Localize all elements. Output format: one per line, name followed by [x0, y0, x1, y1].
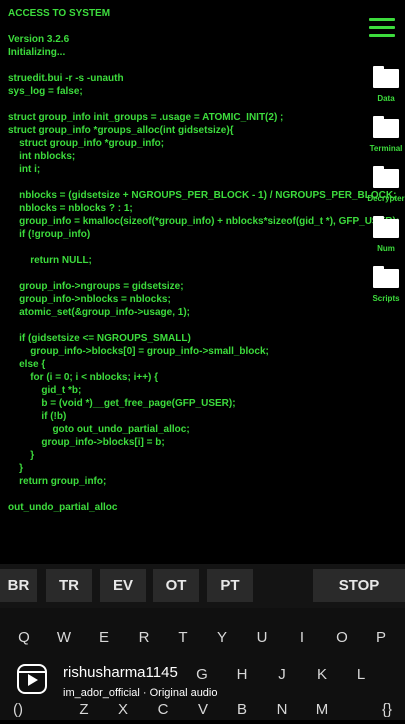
- folder-num[interactable]: Num: [362, 216, 405, 253]
- folder-label: Scripts: [372, 294, 400, 303]
- folder-icon: [373, 166, 399, 188]
- command-button-pt[interactable]: PT: [207, 569, 253, 602]
- key-i[interactable]: I: [284, 622, 320, 652]
- terminal-line: gid_t *b;: [8, 385, 82, 396]
- terminal-line: int nblocks;: [8, 151, 76, 162]
- terminal-line: sys_log = false;: [8, 86, 83, 97]
- folder-label: Data: [377, 94, 395, 103]
- terminal-line: goto out_undo_partial_alloc;: [8, 424, 190, 435]
- terminal-line: atomic_set(&group_info->usage, 1);: [8, 307, 190, 318]
- key-p[interactable]: P: [363, 622, 399, 652]
- key-u[interactable]: U: [244, 622, 280, 652]
- terminal-line: struedit.bui -r -s -unauth: [8, 73, 124, 84]
- terminal-line: b = (void *)__get_free_page(GFP_USER);: [8, 398, 236, 409]
- terminal-line: group_info->nblocks = nblocks;: [8, 294, 171, 305]
- folder-decrypter[interactable]: Decrypter: [362, 166, 405, 203]
- terminal-line: nblocks = (gidsetsize + NGROUPS_PER_BLOC…: [8, 190, 397, 201]
- command-button-ot[interactable]: OT: [153, 569, 199, 602]
- folder-label: Decrypter: [367, 194, 405, 203]
- terminal-line: group_info->ngroups = gidsetsize;: [8, 281, 184, 292]
- key-l[interactable]: L: [343, 659, 379, 689]
- command-bar: BR TR EV OT PT STOP: [0, 564, 405, 608]
- folder-icon: [373, 216, 399, 238]
- key-y[interactable]: Y: [204, 622, 240, 652]
- key-e[interactable]: E: [86, 622, 122, 652]
- terminal-screen: ACCESS TO SYSTEM Version 3.2.6 Initializ…: [0, 0, 405, 560]
- terminal-line: else {: [8, 359, 46, 370]
- terminal-line: group_info->blocks[i] = b;: [8, 437, 165, 448]
- terminal-line: group_info = kmalloc(sizeof(*group_info)…: [8, 216, 400, 227]
- hamburger-menu-icon[interactable]: [369, 18, 395, 40]
- terminal-line: }: [8, 463, 24, 474]
- stop-button[interactable]: STOP: [313, 569, 405, 602]
- key-t[interactable]: T: [165, 622, 201, 652]
- terminal-line: out_undo_partial_alloc: [8, 502, 118, 513]
- username[interactable]: rishusharma1145: [63, 664, 178, 681]
- terminal-line: struct group_info init_groups = .usage =…: [8, 112, 284, 123]
- folder-scripts[interactable]: Scripts: [362, 266, 405, 303]
- terminal-line: int i;: [8, 164, 41, 175]
- terminal-title: ACCESS TO SYSTEM: [8, 8, 111, 19]
- terminal-line: group_info->blocks[0] = group_info->smal…: [8, 346, 269, 357]
- reel-overlay: rishusharma1145 im_ador_official · Origi…: [17, 660, 317, 702]
- key-q[interactable]: Q: [6, 622, 42, 652]
- terminal-line: return group_info;: [8, 476, 107, 487]
- key-o[interactable]: O: [324, 622, 360, 652]
- key-r[interactable]: R: [126, 622, 162, 652]
- folder-data[interactable]: Data: [362, 66, 405, 103]
- terminal-line: for (i = 0; i < nblocks; i++) {: [8, 372, 159, 383]
- terminal-line: struct group_info *groups_alloc(int gids…: [8, 125, 234, 136]
- terminal-line: if (!b): [8, 411, 67, 422]
- terminal-line: if (!group_info): [8, 229, 91, 240]
- terminal-line: }: [8, 450, 35, 461]
- folder-terminal[interactable]: Terminal: [362, 116, 405, 153]
- key-w[interactable]: W: [46, 622, 82, 652]
- command-button-tr[interactable]: TR: [46, 569, 92, 602]
- folder-icon: [373, 66, 399, 88]
- terminal-line: struct group_info *group_info;: [8, 138, 165, 149]
- command-button-br[interactable]: BR: [0, 569, 37, 602]
- terminal-line: Version 3.2.6: [8, 34, 70, 45]
- folder-label: Num: [377, 244, 395, 253]
- folder-icon: [373, 116, 399, 138]
- reels-icon: [17, 664, 47, 694]
- terminal-line: nblocks = nblocks ? : 1;: [8, 203, 133, 214]
- folder-icon: [373, 266, 399, 288]
- audio-attribution[interactable]: im_ador_official · Original audio: [63, 687, 218, 699]
- folder-label: Terminal: [369, 144, 403, 153]
- terminal-line: Initializing...: [8, 47, 66, 58]
- terminal-line: if (gidsetsize <= NGROUPS_SMALL): [8, 333, 191, 344]
- command-button-ev[interactable]: EV: [100, 569, 146, 602]
- terminal-line: return NULL;: [8, 255, 92, 266]
